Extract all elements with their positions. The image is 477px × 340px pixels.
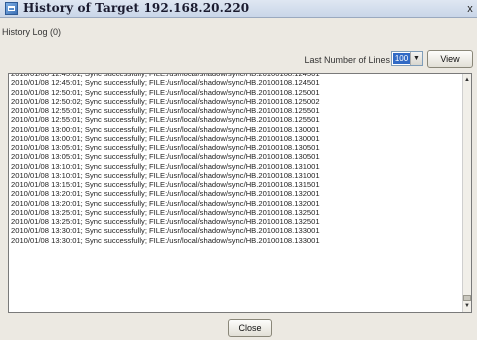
log-line: 2010/01/08 13:10:01; Sync successfully; … <box>11 161 320 171</box>
lines-select[interactable]: 100 ▼ <box>391 51 423 66</box>
lines-select-value: 100 <box>393 53 410 64</box>
log-line: 2010/01/08 13:05:01; Sync successfully; … <box>11 143 320 152</box>
log-line: 2010/01/08 13:20:01; Sync successfully; … <box>11 198 320 208</box>
log-line: 2010/01/08 13:10:01; Sync successfully; … <box>11 170 320 180</box>
log-line: 2010/01/08 13:05:01; Sync successfully; … <box>11 152 320 162</box>
log-line: 2010/01/08 13:30:01; Sync successfully; … <box>11 226 320 236</box>
scrollbar-thumb[interactable] <box>463 295 471 301</box>
log-line: 2010/01/08 13:30:01; Sync successfully; … <box>11 235 320 245</box>
log-line: 2010/01/08 12:50:02; Sync successfully; … <box>11 96 320 106</box>
log-line: 2010/01/08 12:55:01; Sync successfully; … <box>11 115 320 125</box>
chevron-down-icon[interactable]: ▼ <box>410 52 422 65</box>
view-button[interactable]: View <box>427 50 473 68</box>
close-icon[interactable]: x <box>465 2 475 16</box>
title-bar: History of Target 192.168.20.220 x <box>0 0 477 18</box>
log-lines: 2010/01/08 12:45:01; Sync successfully; … <box>11 74 463 245</box>
log-line: 2010/01/08 13:00:01; Sync successfully; … <box>11 124 320 134</box>
log-line: 2010/01/08 12:55:01; Sync successfully; … <box>11 106 320 115</box>
log-line: 2010/01/08 13:20:01; Sync successfully; … <box>11 189 320 199</box>
window-title: History of Target 192.168.20.220 <box>23 1 250 15</box>
window-icon <box>5 2 18 15</box>
history-log-label: History Log (0) <box>2 27 62 37</box>
scroll-down-icon[interactable]: ▼ <box>463 302 471 311</box>
lines-label: Last Number of Lines <box>304 55 390 65</box>
log-line: 2010/01/08 13:25:01; Sync successfully; … <box>11 217 320 226</box>
log-line: 2010/01/08 13:00:01; Sync successfully; … <box>11 133 320 143</box>
vertical-scrollbar[interactable]: ▲ ▼ <box>462 74 471 312</box>
log-line: 2010/01/08 12:45:01; Sync successfully; … <box>11 78 320 88</box>
log-line: 2010/01/08 12:50:01; Sync successfully; … <box>11 87 320 97</box>
log-line: 2010/01/08 13:15:01; Sync successfully; … <box>11 180 320 189</box>
scroll-up-icon[interactable]: ▲ <box>463 76 471 85</box>
log-line: 2010/01/08 13:25:01; Sync successfully; … <box>11 207 320 217</box>
log-text-area[interactable]: 2010/01/08 12:45:01; Sync successfully; … <box>8 73 472 313</box>
close-button[interactable]: Close <box>228 319 272 337</box>
